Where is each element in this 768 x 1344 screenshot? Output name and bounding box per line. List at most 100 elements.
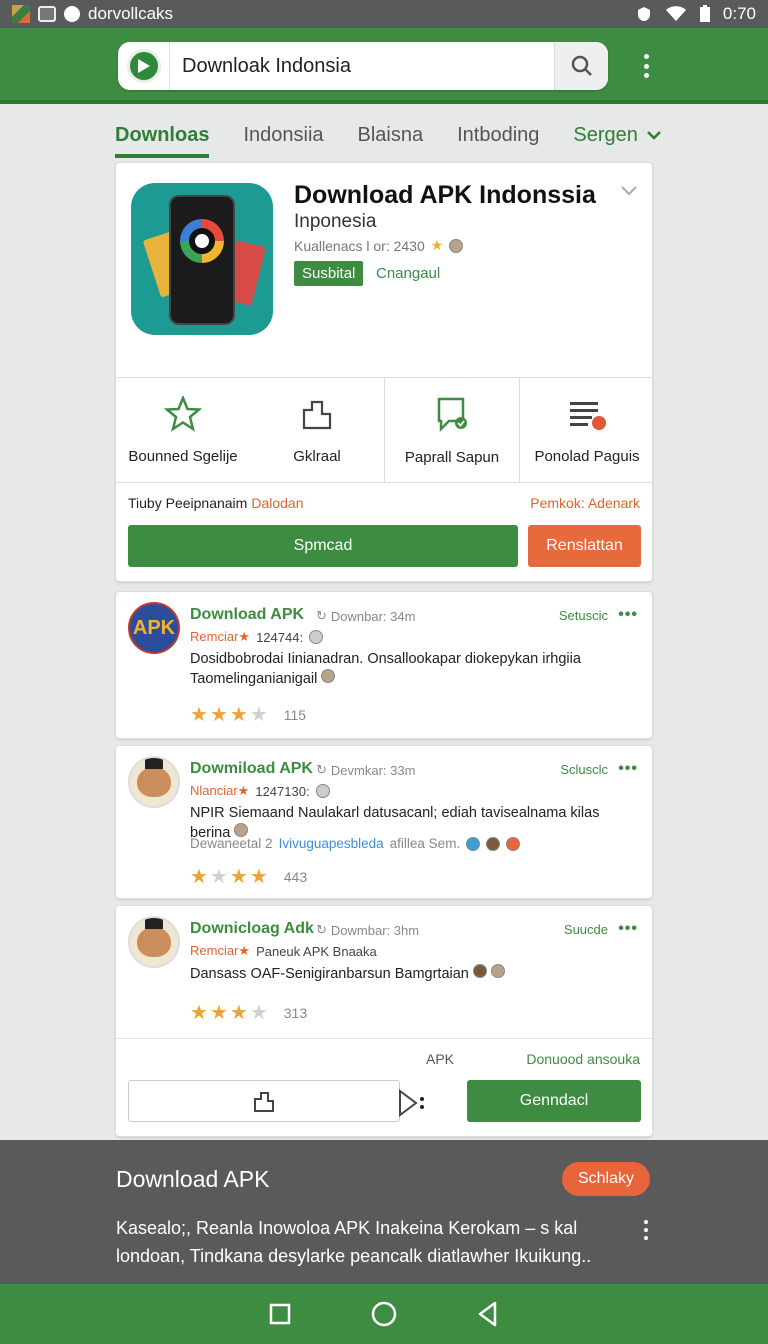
change-link[interactable]: Cnangaul [376, 265, 440, 282]
play-store-logo [118, 42, 170, 90]
badge-icon [315, 784, 330, 798]
list-item[interactable]: Dowmiload APK ↻ Devmkar: 33m Sclusclc ••… [115, 745, 653, 899]
user-avatar-icon [490, 964, 505, 978]
list-item[interactable]: Downicloag Adk ↻ Dowmbar: 3hm Suucde •••… [115, 905, 653, 1137]
sheet-text: Kasealo;, Reanla Inowoloa APK Inakeina K… [116, 1218, 592, 1266]
item-meta-text: Dowmbar: 3hm [330, 922, 420, 938]
status-badge: Susbital [294, 261, 364, 286]
document-check-icon [437, 397, 467, 432]
item-tag: Remciar★ 124744: [190, 629, 324, 645]
back-icon[interactable] [476, 1301, 500, 1327]
share-icon [254, 1092, 274, 1112]
item-extra-suffix: afillea Sem. [389, 836, 461, 851]
tab-blaisna[interactable]: Blaisna [358, 112, 424, 158]
item-tag-label: Remciar★ [190, 943, 251, 958]
status-bar: dorvollcaks 0:70 [0, 0, 768, 28]
primary-action-button[interactable]: Spmcad [128, 525, 518, 567]
item-more-button[interactable]: ••• [618, 920, 638, 938]
item-extra-prefix: Dewaneetal 2 [190, 836, 273, 851]
avatar-text: APK [132, 616, 176, 639]
item-status: Sclusclc [560, 762, 608, 777]
app-title: Download APK Indonssia [294, 181, 596, 209]
item-more-button[interactable]: ••• [618, 760, 638, 778]
feature-list[interactable]: Ponolad Paguis [519, 378, 654, 482]
item-meta-text: Devmkar: 33m [330, 762, 416, 778]
info-highlight[interactable]: Dalodan [251, 495, 303, 511]
app-icon [131, 183, 273, 335]
play-button[interactable] [396, 1088, 426, 1124]
badge-icon [309, 630, 324, 644]
tab-downloads[interactable]: Downloas [115, 112, 210, 158]
home-icon[interactable] [370, 1300, 398, 1328]
tab-sergen[interactable]: Sergen [573, 112, 662, 158]
app-meta: Kuallenacs l or: 2430 ★ [294, 237, 464, 254]
item-tag-label: Remciar★ [190, 629, 251, 644]
star-outline-icon [164, 395, 202, 432]
item-tag-label: Nlanciar★ [190, 783, 250, 798]
tab-bar: Downloas Indonsiia Blaisna Intboding Ser… [115, 112, 661, 158]
download-row: APK Donuood ansouka [116, 1038, 652, 1076]
search-input[interactable]: Downloak Indonsia [170, 55, 554, 78]
user-avatar-icon [486, 836, 501, 851]
info-icon [466, 836, 481, 851]
data-saver-icon [637, 7, 650, 21]
feature-label: Gklraal [293, 447, 341, 465]
feature-share[interactable]: Gklraal [250, 378, 384, 482]
sheet-chip-button[interactable]: Schlaky [562, 1162, 650, 1196]
refresh-icon: ↻ [316, 608, 327, 623]
share-icon [302, 400, 332, 429]
item-meta: ↻ Devmkar: 33m [316, 762, 415, 778]
item-extra-link[interactable]: Ivivuguapesbleda [279, 836, 384, 851]
recents-icon[interactable] [268, 1302, 292, 1326]
item-more-button[interactable]: ••• [618, 606, 638, 624]
app-detail-card: Download APK Indonssia Inponesia Kuallen… [115, 162, 654, 582]
item-title[interactable]: Downicloag Adk [190, 920, 314, 938]
star-icon: ★ [430, 237, 444, 253]
refresh-icon: ↻ [316, 762, 327, 777]
refresh-icon: ↻ [316, 922, 327, 937]
item-title[interactable]: Dowmiload APK [190, 760, 313, 778]
search-box[interactable]: Downloak Indonsia [118, 42, 608, 90]
search-button[interactable] [554, 42, 608, 90]
app-meta-text: Kuallenacs l or: 2430 [294, 237, 425, 254]
alert-icon [506, 836, 521, 851]
rating-count: 115 [283, 706, 307, 723]
tab-intboding[interactable]: Intboding [457, 112, 539, 158]
expand-chevron-icon[interactable] [620, 185, 638, 197]
overflow-menu-button[interactable] [642, 54, 650, 78]
item-title[interactable]: Download APK [190, 606, 304, 624]
download-source-link[interactable]: Donuood ansouka [526, 1051, 640, 1067]
status-app-name: dorvollcaks [88, 4, 174, 23]
item-tag: Nlanciar★ 1247130: [190, 783, 330, 799]
bottom-sheet: Download APK Schlaky Kasealo;, Reanla In… [0, 1140, 768, 1284]
share-button[interactable] [128, 1080, 400, 1122]
item-tag-value: Paneuk APK Bnaaka [256, 943, 377, 959]
list-item[interactable]: APK Download APK ↻ Downbar: 34m Setuscic… [115, 591, 653, 739]
info-right[interactable]: Pemkok: Adenark [530, 495, 640, 511]
rating-stars: ★ ★ ★ ★ 443 [190, 866, 308, 888]
sheet-title: Download APK [116, 1166, 270, 1192]
sheet-more-button[interactable] [644, 1220, 650, 1240]
item-meta: ↻ Downbar: 34m [316, 608, 415, 624]
battery-icon [699, 5, 710, 22]
app-bar: Downloak Indonsia [0, 28, 768, 104]
list-icon [570, 401, 606, 430]
message-icon [38, 6, 56, 22]
chevron-down-icon [647, 131, 661, 140]
info-prefix: Tiuby Peeipnanaim [128, 495, 248, 511]
feature-label: Paprall Sapun [404, 448, 500, 466]
rating-stars: ★ ★ ★ ★ 115 [190, 704, 307, 726]
navigation-bar [0, 1284, 768, 1344]
wifi-icon [665, 6, 686, 21]
feature-document[interactable]: Paprall Sapun [384, 378, 519, 482]
user-avatar-icon [449, 238, 464, 253]
secondary-action-button[interactable]: Renslattan [528, 525, 641, 567]
feature-bookmark[interactable]: Bounned Sgelije [116, 378, 250, 482]
tab-indonesia[interactable]: Indonsiia [243, 112, 323, 158]
item-desc-text: Dansass OAF-Senigiranbarsun Bamgrtaian [190, 966, 469, 982]
download-button[interactable]: Genndacl [467, 1080, 641, 1122]
feature-label: Ponolad Paguis [534, 447, 640, 465]
item-tag: Remciar★ Paneuk APK Bnaaka [190, 943, 377, 959]
status-time: 0:70 [722, 4, 756, 23]
item-desc-text: Dosidbobrodai Iinianadran. Onsallookapar… [190, 651, 581, 687]
